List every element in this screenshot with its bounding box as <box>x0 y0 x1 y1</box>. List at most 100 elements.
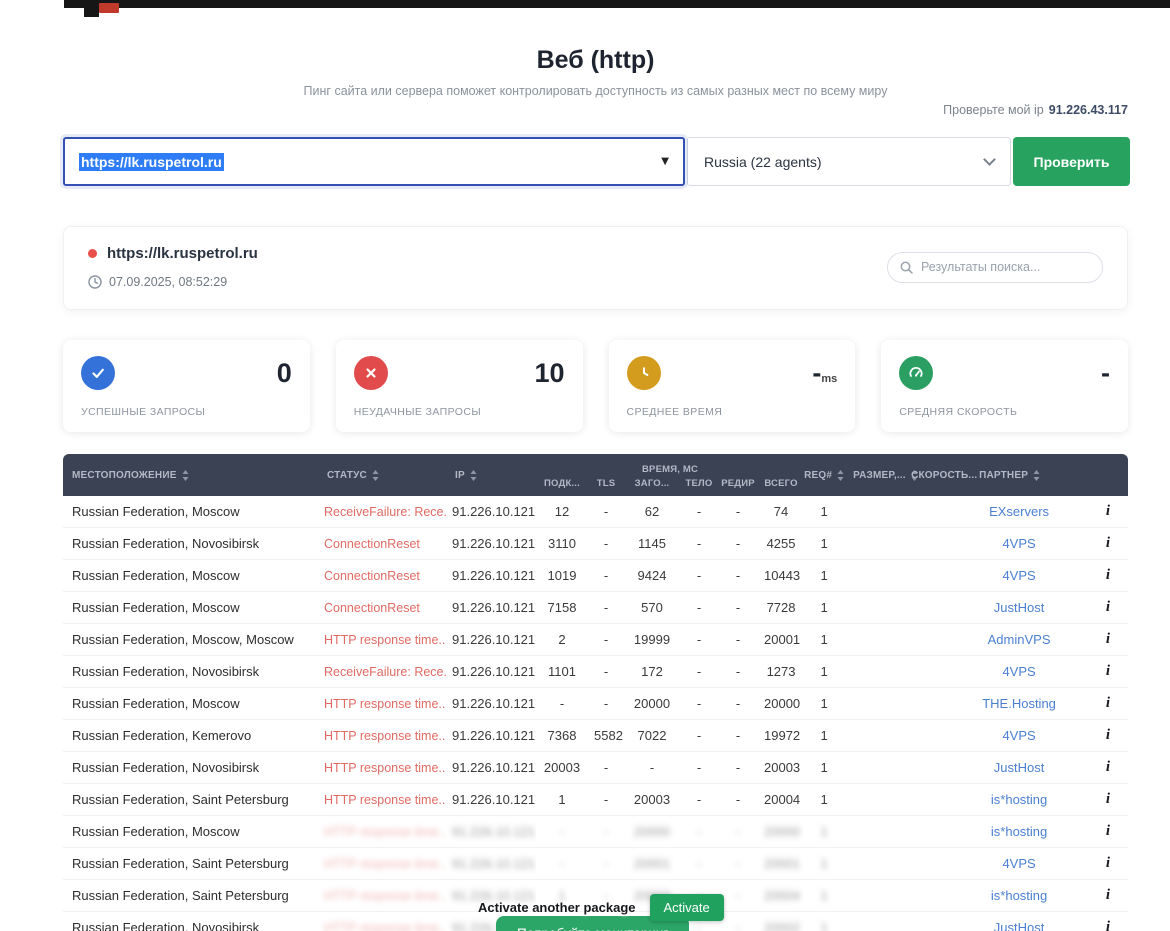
info-icon[interactable]: i <box>1106 791 1110 807</box>
check-circle-icon <box>81 356 115 390</box>
status-cell: HTTP response time... <box>324 889 446 903</box>
total-time-cell: 20000 <box>764 696 800 711</box>
status-cell: ConnectionReset <box>324 601 420 615</box>
location-cell: Russian Federation, Saint Petersburg <box>63 848 318 880</box>
req-cell: 1 <box>820 632 827 647</box>
clock-circle-icon <box>627 356 661 390</box>
partner-link[interactable]: AdminVPS <box>988 632 1051 647</box>
table-row: Russian Federation, Moscow ReceiveFailur… <box>63 496 1128 528</box>
partner-link[interactable]: is*hosting <box>991 824 1047 839</box>
total-time-cell: 20000 <box>764 824 800 839</box>
col-header-size[interactable]: РАЗМЕР,... <box>844 454 902 496</box>
req-cell: 1 <box>820 600 827 615</box>
partner-link[interactable]: THE.Hosting <box>982 696 1056 711</box>
total-time-cell: 74 <box>774 504 788 519</box>
partner-link[interactable]: 4VPS <box>1002 856 1035 871</box>
search-box[interactable] <box>887 252 1103 283</box>
body-time-cell: - <box>697 504 701 519</box>
info-icon[interactable]: i <box>1106 503 1110 519</box>
redirect-time-cell: - <box>736 632 740 647</box>
info-icon[interactable]: i <box>1106 535 1110 551</box>
stat-card-failed: 10 НЕУДАЧНЫЕ ЗАПРОСЫ <box>336 340 583 432</box>
col-header-location[interactable]: МЕСТОПОЛОЖЕНИЕ <box>63 454 318 496</box>
redirect-time-cell: - <box>736 600 740 615</box>
req-cell: 1 <box>820 568 827 583</box>
col-header-speed[interactable]: СКОРОСТЬ... <box>902 454 970 496</box>
status-cell: ReceiveFailure: Rece... <box>324 505 446 519</box>
check-button[interactable]: Проверить <box>1013 137 1130 186</box>
info-icon[interactable]: i <box>1106 663 1110 679</box>
status-cell: HTTP response time... <box>324 761 446 775</box>
body-time-cell: - <box>697 696 701 711</box>
load-time-cell: 20001 <box>634 856 670 871</box>
partner-link[interactable]: 4VPS <box>1002 536 1035 551</box>
ip-cell: 91.226.10.121 <box>452 792 535 807</box>
info-icon[interactable]: i <box>1106 759 1110 775</box>
table-row: Russian Federation, Moscow ConnectionRes… <box>63 560 1128 592</box>
partner-link[interactable]: 4VPS <box>1002 728 1035 743</box>
info-icon[interactable]: i <box>1106 919 1110 931</box>
partner-link[interactable]: is*hosting <box>991 792 1047 807</box>
info-icon[interactable]: i <box>1106 567 1110 583</box>
partner-link[interactable]: JustHost <box>994 760 1045 775</box>
body-time-cell: - <box>697 600 701 615</box>
tls-time-cell: - <box>604 760 608 775</box>
region-select[interactable]: Russia (22 agents) <box>687 137 1011 186</box>
body-time-cell: - <box>697 664 701 679</box>
col-header-body: ТЕЛО <box>680 478 718 496</box>
caret-down-icon[interactable]: ▼ <box>661 156 669 167</box>
results-table: МЕСТОПОЛОЖЕНИЕ СТАТУС IP ВРЕМЯ, МС REQ# <box>63 454 1128 931</box>
col-header-ip[interactable]: IP <box>446 454 536 496</box>
info-icon[interactable]: i <box>1106 855 1110 871</box>
my-ip-value[interactable]: 91.226.43.117 <box>1049 103 1128 117</box>
load-time-cell: 172 <box>641 664 663 679</box>
partner-link[interactable]: 4VPS <box>1002 664 1035 679</box>
table-row: Russian Federation, Moscow HTTP response… <box>63 688 1128 720</box>
req-cell: 1 <box>820 728 827 743</box>
req-cell: 1 <box>820 504 827 519</box>
activate-button[interactable]: Activate <box>650 894 724 921</box>
status-cell: HTTP response time... <box>324 793 446 807</box>
col-header-partner[interactable]: ПАРТНЕР <box>970 454 1068 496</box>
info-icon[interactable]: i <box>1106 823 1110 839</box>
col-header-status[interactable]: СТАТУС <box>318 454 446 496</box>
my-ip-label: Проверьте мой ip <box>943 103 1044 117</box>
connect-time-cell: - <box>560 856 564 871</box>
partner-link[interactable]: JustHost <box>994 600 1045 615</box>
sort-icon <box>182 470 189 481</box>
total-time-cell: 19972 <box>764 728 800 743</box>
connect-time-cell: 1 <box>558 792 565 807</box>
search-input[interactable] <box>921 260 1090 274</box>
avg-time-value: - <box>812 358 821 388</box>
partner-link[interactable]: EXservers <box>989 504 1049 519</box>
stat-card-avg-speed: - СРЕДНЯЯ СКОРОСТЬ <box>881 340 1128 432</box>
col-header-req[interactable]: REQ# <box>804 454 844 496</box>
redirect-time-cell: - <box>736 568 740 583</box>
info-icon[interactable]: i <box>1106 631 1110 647</box>
load-time-cell: 1145 <box>638 536 666 551</box>
sort-icon <box>837 470 844 481</box>
region-select-value: Russia (22 agents) <box>704 154 822 170</box>
total-time-cell: 10443 <box>764 568 800 583</box>
result-timestamp: 07.09.2025, 08:52:29 <box>109 275 227 289</box>
table-row: Russian Federation, Moscow ConnectionRes… <box>63 592 1128 624</box>
info-icon[interactable]: i <box>1106 599 1110 615</box>
ip-cell: 91.226.10.121 <box>452 504 535 519</box>
location-cell: Russian Federation, Novosibirsk <box>63 528 318 560</box>
success-label: УСПЕШНЫЕ ЗАПРОСЫ <box>81 406 292 418</box>
result-card: https://lk.ruspetrol.ru 07.09.2025, 08:5… <box>63 226 1128 310</box>
total-time-cell: 20004 <box>764 888 800 903</box>
partner-link[interactable]: JustHost <box>994 920 1045 931</box>
tls-time-cell: - <box>604 696 608 711</box>
redirect-time-cell: - <box>736 824 740 839</box>
info-icon[interactable]: i <box>1106 727 1110 743</box>
info-icon[interactable]: i <box>1106 887 1110 903</box>
req-cell: 1 <box>820 696 827 711</box>
col-header-total: ВСЕГО <box>758 478 804 496</box>
info-icon[interactable]: i <box>1106 695 1110 711</box>
partner-link[interactable]: 4VPS <box>1002 568 1035 583</box>
partner-link[interactable]: is*hosting <box>991 888 1047 903</box>
url-input[interactable]: https://lk.ruspetrol.ru ▼ <box>63 137 685 186</box>
location-cell: Russian Federation, Moscow <box>63 560 318 592</box>
table-row: Russian Federation, Moscow HTTP response… <box>63 816 1128 848</box>
